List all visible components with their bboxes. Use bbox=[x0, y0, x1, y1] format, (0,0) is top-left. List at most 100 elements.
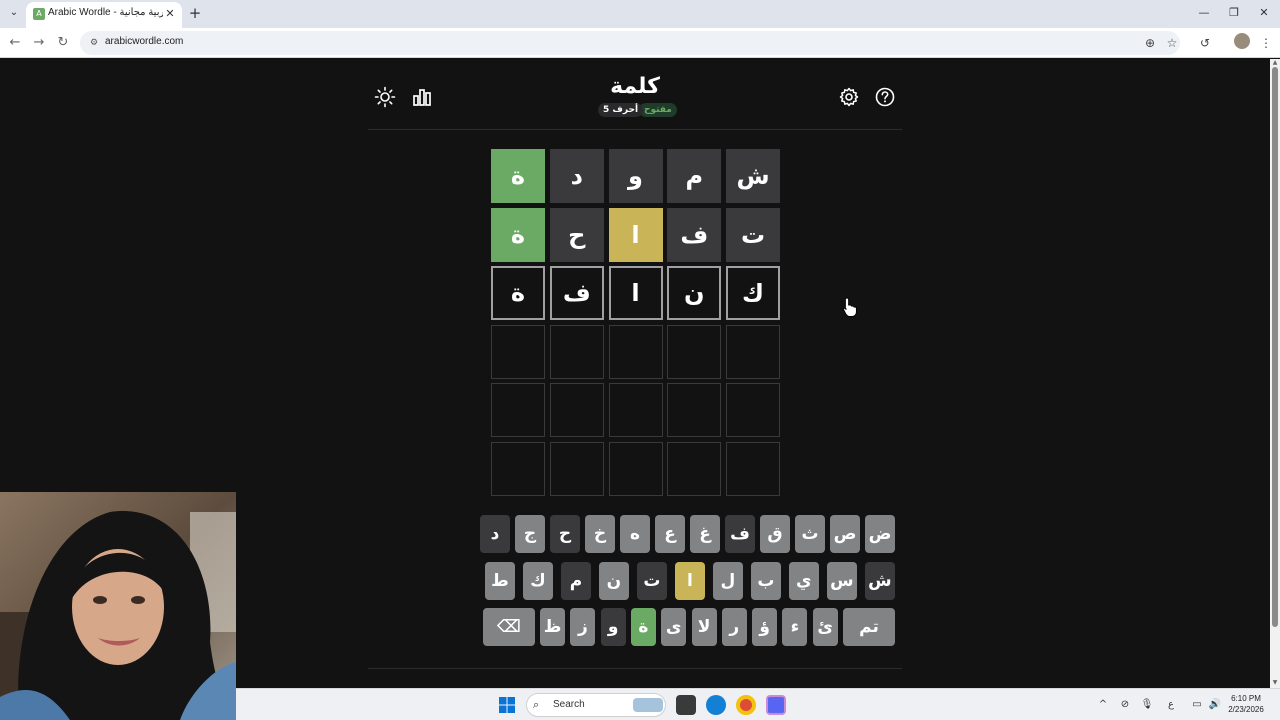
camera-off-icon[interactable]: ⊘ bbox=[1118, 698, 1132, 712]
browser-tab-active[interactable]: A Arabic Wordle - ل عربية مجانية ✕ bbox=[26, 2, 182, 28]
theme-sun-icon[interactable] bbox=[374, 86, 396, 108]
key-ى[interactable]: ى bbox=[661, 608, 687, 646]
board-tile: ا bbox=[608, 207, 663, 262]
scroll-down-arrow-icon[interactable]: ▼ bbox=[1271, 680, 1279, 686]
scroll-up-arrow-icon[interactable]: ▲ bbox=[1271, 60, 1279, 66]
board-tile: ة bbox=[491, 149, 545, 203]
file-explorer-icon[interactable] bbox=[676, 695, 696, 715]
bookmark-star-icon[interactable]: ☆ bbox=[1163, 34, 1181, 52]
key-ن[interactable]: ن bbox=[598, 562, 630, 600]
key-ة[interactable]: ة bbox=[630, 608, 656, 646]
address-bar[interactable]: ⚙ arabicwordle.com bbox=[80, 31, 1180, 55]
board-tile bbox=[667, 324, 722, 379]
key-ئ[interactable]: ئ bbox=[812, 608, 838, 646]
game-board: شمودةتفاحةكنافة bbox=[491, 149, 780, 496]
tray-overflow-chevron-icon[interactable]: ^ bbox=[1096, 698, 1110, 712]
forward-arrow-icon[interactable]: → bbox=[30, 34, 48, 52]
url-text[interactable]: arabicwordle.com bbox=[105, 36, 183, 47]
backspace-key[interactable]: ⌫ bbox=[482, 608, 535, 646]
board-tile bbox=[667, 383, 722, 437]
key-ا[interactable]: ا bbox=[674, 562, 706, 600]
history-icon[interactable]: ↺ bbox=[1196, 34, 1214, 52]
microphone-icon[interactable]: 🎙 bbox=[1140, 698, 1154, 712]
page-scrollbar[interactable]: ▲ ▼ bbox=[1270, 59, 1280, 688]
board-tile: ك bbox=[726, 266, 780, 320]
zoom-icon[interactable]: ⊕ bbox=[1141, 34, 1159, 52]
new-tab-button[interactable]: + bbox=[187, 5, 203, 21]
windows-taskbar: ⌕ Search ^ ⊘ 🎙 ع ▭ 🔊 6:10 PM 2/23/2026 bbox=[236, 688, 1280, 720]
key-لا[interactable]: لا bbox=[691, 608, 717, 646]
discord-app-icon[interactable] bbox=[766, 695, 786, 715]
key-ت[interactable]: ت bbox=[636, 562, 668, 600]
key-م[interactable]: م bbox=[560, 562, 592, 600]
key-خ[interactable]: خ bbox=[585, 515, 615, 553]
board-tile bbox=[726, 441, 780, 496]
clock-date: 2/23/2026 bbox=[1228, 705, 1264, 714]
board-tile bbox=[608, 324, 663, 379]
volume-icon[interactable]: 🔊 bbox=[1208, 698, 1222, 712]
enter-key[interactable]: تم bbox=[843, 608, 895, 646]
search-highlight-image bbox=[633, 698, 663, 712]
site-favicon-icon: A bbox=[33, 8, 45, 20]
game-title: كلمة bbox=[610, 74, 660, 99]
tab-close-icon[interactable]: ✕ bbox=[163, 7, 177, 21]
browser-menu-icon[interactable]: ⋮ bbox=[1257, 34, 1275, 52]
board-tile bbox=[608, 383, 663, 437]
key-ؤ[interactable]: ؤ bbox=[752, 608, 778, 646]
key-ر[interactable]: ر bbox=[721, 608, 747, 646]
key-ح[interactable]: ح bbox=[550, 515, 580, 553]
tab-search-dropdown-icon[interactable]: ⌄ bbox=[6, 5, 22, 21]
key-ج[interactable]: ج bbox=[515, 515, 545, 553]
header-divider bbox=[368, 129, 902, 130]
network-icon[interactable]: ▭ bbox=[1190, 698, 1204, 712]
key-ش[interactable]: ش bbox=[864, 562, 895, 600]
mode-badge: مفتوح bbox=[639, 103, 677, 117]
restore-button[interactable]: ❐ bbox=[1224, 4, 1244, 22]
back-arrow-icon[interactable]: ← bbox=[6, 34, 24, 52]
settings-gear-icon[interactable] bbox=[838, 86, 860, 108]
key-ق[interactable]: ق bbox=[760, 515, 790, 553]
key-ك[interactable]: ك bbox=[522, 562, 554, 600]
board-tile: ة bbox=[491, 266, 545, 320]
minimize-button[interactable]: — bbox=[1194, 4, 1214, 22]
keyboard-row-1: ضصثقفغعهخحجد bbox=[480, 515, 895, 553]
key-ف[interactable]: ف bbox=[725, 515, 755, 553]
clock[interactable]: 6:10 PM 2/23/2026 bbox=[1222, 693, 1270, 715]
close-window-button[interactable]: ✕ bbox=[1254, 4, 1274, 22]
board-tile: و bbox=[608, 149, 663, 203]
key-غ[interactable]: غ bbox=[690, 515, 720, 553]
key-ب[interactable]: ب bbox=[750, 562, 782, 600]
key-ع[interactable]: ع bbox=[655, 515, 685, 553]
board-tile bbox=[726, 324, 780, 379]
key-س[interactable]: س bbox=[826, 562, 858, 600]
board-tile: م bbox=[667, 149, 722, 203]
scrollbar-thumb[interactable] bbox=[1272, 67, 1278, 627]
profile-avatar[interactable] bbox=[1234, 33, 1250, 49]
language-indicator[interactable]: ع bbox=[1164, 698, 1178, 712]
help-question-icon[interactable] bbox=[874, 86, 896, 108]
chrome-browser-icon[interactable] bbox=[736, 695, 756, 715]
key-ط[interactable]: ط bbox=[484, 562, 516, 600]
key-ل[interactable]: ل bbox=[712, 562, 744, 600]
hand-cursor-icon bbox=[843, 297, 857, 317]
key-ء[interactable]: ء bbox=[782, 608, 808, 646]
board-tile: ا bbox=[608, 266, 663, 320]
key-ص[interactable]: ص bbox=[830, 515, 860, 553]
key-ث[interactable]: ث bbox=[795, 515, 825, 553]
key-ز[interactable]: ز bbox=[570, 608, 596, 646]
key-ظ[interactable]: ظ bbox=[540, 608, 566, 646]
statistics-chart-icon[interactable] bbox=[411, 86, 433, 108]
key-ض[interactable]: ض bbox=[865, 515, 895, 553]
key-ه[interactable]: ه bbox=[620, 515, 650, 553]
site-info-icon[interactable]: ⚙ bbox=[88, 37, 100, 49]
edge-browser-icon[interactable] bbox=[706, 695, 726, 715]
reload-icon[interactable]: ↻ bbox=[54, 34, 72, 52]
board-tile bbox=[667, 441, 722, 496]
board-tile: ح bbox=[549, 207, 604, 262]
key-و[interactable]: و bbox=[600, 608, 626, 646]
windows-start-icon[interactable] bbox=[499, 697, 515, 713]
key-ي[interactable]: ي bbox=[788, 562, 820, 600]
board-tile: ش bbox=[726, 149, 780, 203]
key-د[interactable]: د bbox=[480, 515, 510, 553]
taskbar-search-box[interactable]: ⌕ Search bbox=[526, 693, 666, 717]
